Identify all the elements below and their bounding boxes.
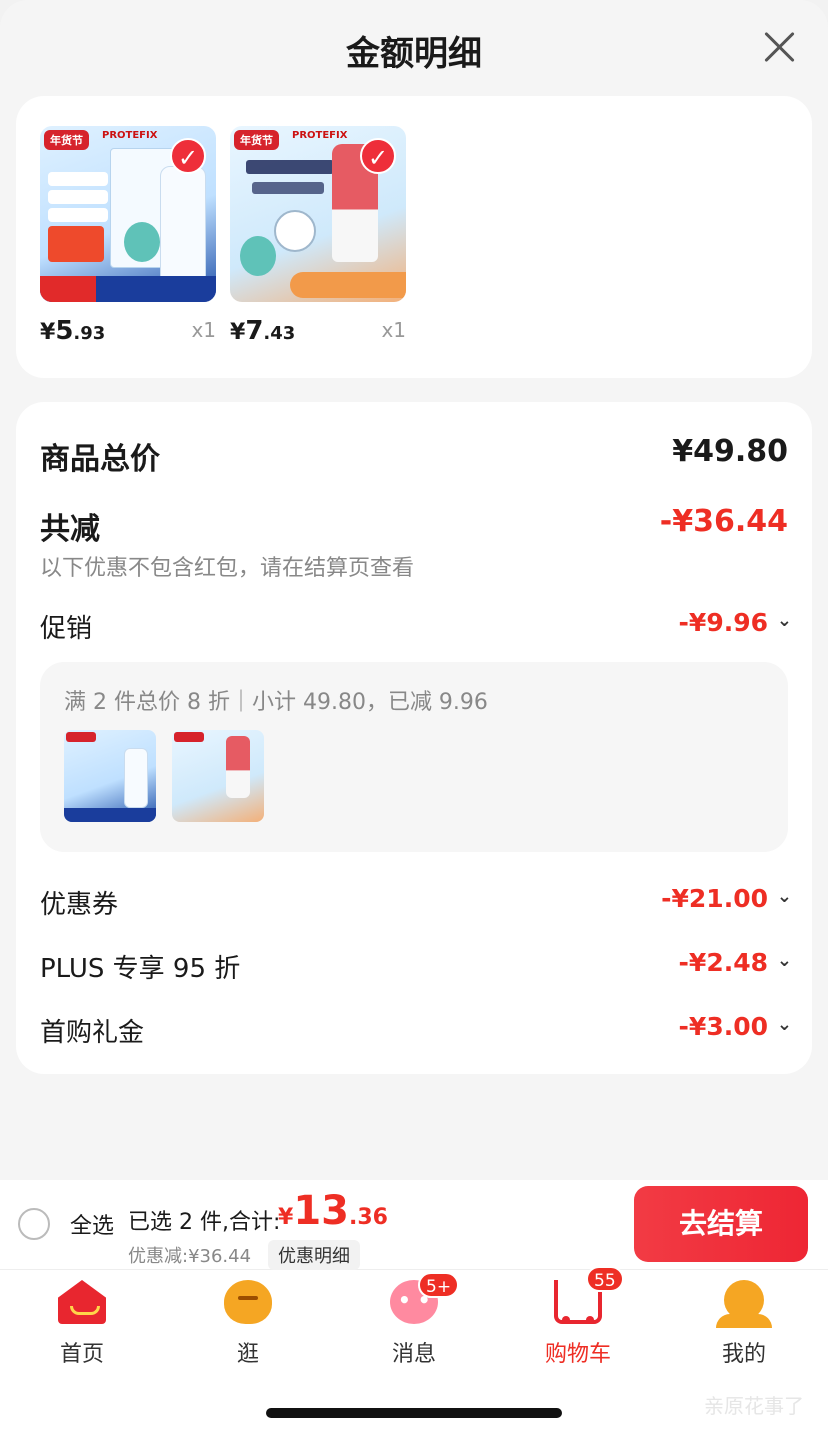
discount-label: 共减 bbox=[40, 512, 100, 547]
checked-icon: ✓ bbox=[170, 138, 206, 174]
select-all-radio[interactable] bbox=[18, 1208, 50, 1240]
product-card: 年货节 PROTEFIX ✓ ¥5.93 x1 年货节 PROTEFIX ✓ ¥… bbox=[16, 96, 812, 378]
first-gift-label: 首购礼金 bbox=[40, 1018, 145, 1048]
headline-graphic bbox=[246, 160, 334, 174]
promo-badge bbox=[48, 226, 104, 262]
total-price: ¥13.36 bbox=[278, 1188, 388, 1234]
promo-value: -¥9.96 bbox=[678, 608, 768, 637]
checkout-bar: 全选 已选 2 件,合计: ¥13.36 优惠减:¥36.44 优惠明细 去结算 bbox=[0, 1180, 828, 1270]
brand-tag: 年货节 bbox=[234, 130, 279, 150]
brand-tag: 年货节 bbox=[44, 130, 89, 150]
chevron-down-icon[interactable]: ⌄ bbox=[777, 610, 792, 631]
brand-sub: PROTEFIX bbox=[292, 130, 348, 141]
promo-detail-box: 满 2 件总价 8 折｜小计 49.80，已减 9.96 bbox=[40, 662, 788, 852]
browse-icon bbox=[224, 1280, 272, 1324]
select-all-label[interactable]: 全选 bbox=[70, 1208, 114, 1240]
page-title: 金额明细 bbox=[346, 34, 482, 74]
mascot-icon bbox=[124, 222, 160, 262]
profile-icon bbox=[716, 1280, 772, 1328]
tab-label: 首页 bbox=[59, 1342, 104, 1367]
home-indicator[interactable] bbox=[266, 1408, 562, 1418]
total-value: ¥49.80 bbox=[672, 434, 788, 469]
product-qty: x1 bbox=[191, 318, 216, 342]
cart-icon: 55 bbox=[554, 1266, 624, 1324]
checkout-button[interactable]: 去结算 bbox=[634, 1186, 808, 1262]
promo-product-thumbnail[interactable] bbox=[172, 730, 264, 822]
chevron-down-icon[interactable]: ⌄ bbox=[777, 950, 792, 971]
home-icon bbox=[58, 1280, 106, 1324]
feature-label bbox=[48, 172, 108, 186]
promo-product-thumbnail[interactable] bbox=[64, 730, 156, 822]
total-label: 商品总价 bbox=[40, 442, 160, 477]
tab-messages[interactable]: 5+ 消息 bbox=[354, 1272, 474, 1368]
brand-sub: PROTEFIX bbox=[102, 130, 158, 141]
coupon-label: 优惠券 bbox=[40, 890, 119, 920]
close-button[interactable] bbox=[762, 30, 796, 64]
subheadline-graphic bbox=[252, 182, 324, 194]
tab-home[interactable]: 首页 bbox=[22, 1280, 142, 1368]
promo-label: 促销 bbox=[40, 614, 93, 644]
mascot-icon bbox=[240, 236, 276, 276]
tab-label: 逛 bbox=[236, 1342, 259, 1367]
tab-label: 购物车 bbox=[544, 1342, 611, 1367]
product-price: ¥7.43 bbox=[230, 316, 296, 346]
tab-label: 消息 bbox=[391, 1342, 436, 1367]
product-thumbnail[interactable]: 年货节 PROTEFIX ✓ bbox=[40, 126, 216, 302]
tab-browse[interactable]: 逛 bbox=[188, 1280, 308, 1368]
coupon-value: -¥21.00 bbox=[661, 884, 768, 913]
product-thumbnail[interactable]: 年货节 PROTEFIX ✓ bbox=[230, 126, 406, 302]
tab-me[interactable]: 我的 bbox=[684, 1280, 804, 1368]
plus-label: PLUS 专享 95 折 bbox=[40, 954, 241, 984]
cart-badge: 55 bbox=[586, 1266, 624, 1292]
saved-amount: 优惠减:¥36.44 bbox=[128, 1246, 252, 1267]
message-icon: 5+ bbox=[390, 1272, 460, 1324]
promo-detail-text: 满 2 件总价 8 折｜小计 49.80，已减 9.96 bbox=[64, 690, 488, 715]
discount-value: -¥36.44 bbox=[659, 504, 788, 539]
product-price: ¥5.93 bbox=[40, 316, 106, 346]
amount-detail-sheet: 金额明细 年货节 PROTEFIX ✓ ¥5.93 x1 年货节 PROTEFI… bbox=[0, 0, 828, 1180]
tab-label: 我的 bbox=[721, 1342, 766, 1367]
product-item[interactable]: 年货节 PROTEFIX ✓ ¥7.43 x1 bbox=[230, 126, 406, 346]
seal-icon bbox=[274, 210, 316, 252]
checked-icon: ✓ bbox=[360, 138, 396, 174]
chevron-down-icon[interactable]: ⌄ bbox=[777, 1014, 792, 1035]
watermark-text: 亲原花事了 bbox=[704, 1394, 804, 1418]
tab-cart[interactable]: 55 购物车 bbox=[518, 1266, 638, 1368]
message-badge: 5+ bbox=[418, 1272, 460, 1298]
product-item[interactable]: 年货节 PROTEFIX ✓ ¥5.93 x1 bbox=[40, 126, 216, 346]
plus-value: -¥2.48 bbox=[678, 948, 768, 977]
chevron-down-icon[interactable]: ⌄ bbox=[777, 886, 792, 907]
discount-detail-link[interactable]: 优惠明细 bbox=[268, 1240, 360, 1270]
sheet-header: 金额明细 bbox=[0, 0, 828, 96]
first-gift-value: -¥3.00 bbox=[678, 1012, 768, 1041]
toothpaste-tube bbox=[160, 166, 206, 284]
banner-discount bbox=[40, 276, 96, 302]
product-qty: x1 bbox=[381, 318, 406, 342]
selected-count: 已选 2 件,合计: bbox=[128, 1210, 281, 1235]
discount-note: 以下优惠不包含红包，请在结算页查看 bbox=[40, 556, 415, 581]
price-summary-card: 商品总价 ¥49.80 共减 -¥36.44 以下优惠不包含红包，请在结算页查看… bbox=[16, 402, 812, 1074]
feature-label bbox=[48, 208, 108, 222]
feature-label bbox=[48, 190, 108, 204]
banner-strip bbox=[290, 272, 406, 298]
